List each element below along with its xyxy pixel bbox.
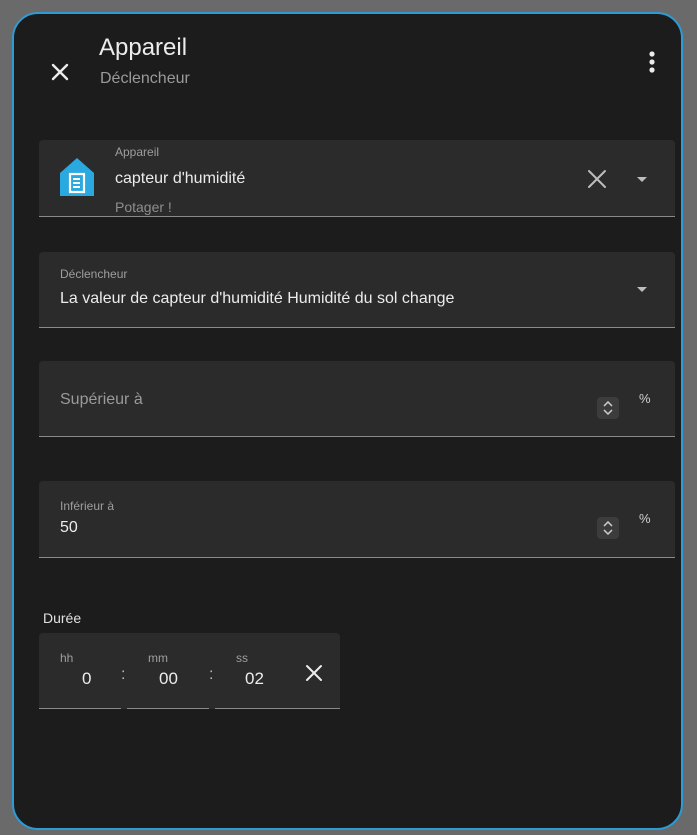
duration-minutes[interactable]: mm 00 (127, 633, 209, 709)
duration-hours[interactable]: hh 0 (39, 633, 121, 709)
trigger-select[interactable]: Déclencheur La valeur de capteur d'humid… (39, 252, 675, 328)
minutes-value[interactable]: 00 (159, 669, 178, 689)
hours-value[interactable]: 0 (82, 669, 91, 689)
close-icon (51, 63, 69, 81)
clear-underline (291, 708, 340, 709)
below-label: Inférieur à (60, 499, 115, 513)
below-unit: % (639, 511, 651, 526)
dropdown-arrow-icon[interactable] (637, 177, 647, 182)
spinner-icon (603, 520, 613, 536)
device-select[interactable]: Appareil capteur d'humidité Potager ! (39, 140, 675, 217)
duration-input: hh 0 : mm 00 : ss 02 (39, 633, 340, 709)
above-placeholder: Supérieur à (60, 391, 143, 408)
device-label: Appareil (115, 145, 160, 159)
above-input[interactable]: Supérieur à % (39, 361, 675, 437)
hours-underline (39, 708, 121, 709)
below-spinner[interactable] (597, 517, 619, 539)
below-input[interactable]: Inférieur à 50 % (39, 481, 675, 558)
trigger-dialog: Appareil Déclencheur Appareil capteur d'… (12, 12, 683, 830)
seconds-label: ss (236, 651, 248, 665)
above-spinner[interactable] (597, 397, 619, 419)
dialog-header: Appareil Déclencheur (14, 14, 681, 114)
more-menu-button[interactable] (642, 48, 662, 76)
device-area: Potager ! (115, 199, 172, 215)
separator: : (209, 666, 214, 683)
home-sensor-icon (60, 158, 94, 196)
dialog-subtitle: Déclencheur (100, 70, 190, 87)
hours-label: hh (60, 651, 74, 665)
minutes-underline (127, 708, 209, 709)
above-unit: % (639, 391, 651, 406)
dropdown-arrow-icon[interactable] (637, 287, 647, 292)
below-value[interactable]: 50 (60, 519, 78, 537)
duration-label: Durée (43, 610, 82, 626)
more-vertical-icon (649, 51, 655, 73)
close-button[interactable] (46, 58, 74, 86)
dialog-title: Appareil (99, 34, 188, 61)
spinner-icon (603, 400, 613, 416)
trigger-value: La valeur de capteur d'humidité Humidité… (60, 290, 455, 307)
clear-underline-area (291, 633, 340, 709)
clear-icon[interactable] (586, 168, 608, 190)
duration-seconds[interactable]: ss 02 (215, 633, 291, 709)
seconds-value[interactable]: 02 (245, 669, 264, 689)
device-value: capteur d'humidité (115, 170, 246, 187)
minutes-label: mm (148, 651, 168, 665)
seconds-underline (215, 708, 291, 709)
trigger-label: Déclencheur (60, 267, 128, 281)
separator: : (121, 666, 126, 683)
